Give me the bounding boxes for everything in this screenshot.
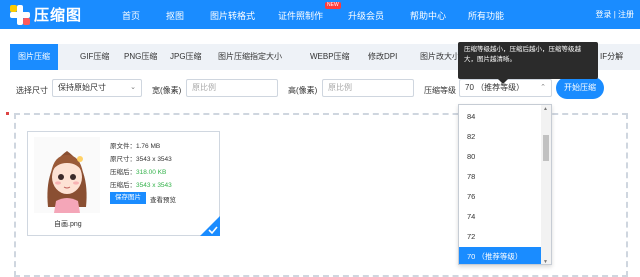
dropdown-scrollbar[interactable]: ▲ ▼	[541, 105, 551, 264]
level-option[interactable]: 76	[459, 187, 543, 207]
portrait-illustration-icon	[47, 151, 87, 213]
scroll-up-icon[interactable]: ▲	[543, 106, 548, 112]
original-dimensions: 原尺寸：3543 x 3543	[110, 156, 172, 163]
compressed-dim-value: 3543 x 3543	[136, 182, 172, 189]
compressed-size-label: 压缩后：	[110, 169, 136, 176]
level-option[interactable]: 72	[459, 227, 543, 247]
level-option[interactable]: 82	[459, 127, 543, 147]
width-label: 宽(像素)	[152, 86, 182, 95]
width-placeholder: 原比例	[192, 83, 216, 92]
level-select-value: 70 （推荐等级）	[465, 83, 525, 92]
nav-all-features[interactable]: 所有功能	[468, 9, 504, 22]
level-option[interactable]: 84	[459, 107, 543, 127]
tab-modify-dpi[interactable]: 修改DPI	[368, 44, 397, 70]
level-option[interactable]: 78	[459, 167, 543, 187]
brand-name: 压缩图	[34, 7, 83, 24]
check-icon	[200, 216, 220, 236]
login-link[interactable]: 登录	[595, 10, 611, 19]
tab-compress-to-size[interactable]: 图片压缩指定大小	[218, 44, 282, 70]
tab-jpg-compress[interactable]: JPG压缩	[170, 44, 202, 70]
tab-resize-image[interactable]: 图片改大小	[420, 44, 460, 70]
scroll-down-icon[interactable]: ▼	[543, 259, 548, 264]
nav-home[interactable]: 首页	[122, 9, 140, 22]
register-link[interactable]: 注册	[618, 10, 634, 19]
level-option-selected[interactable]: 70 （推荐等级）	[459, 247, 543, 264]
tab-image-compress[interactable]: 图片压缩	[10, 44, 58, 70]
chevron-down-icon: ⌄	[130, 84, 136, 91]
height-placeholder: 原比例	[328, 83, 352, 92]
tab-gif-split[interactable]: IF分解	[600, 44, 623, 70]
level-tooltip: 压缩等级越小，压缩后越小，压缩等级越大，图片越清晰。	[458, 42, 598, 84]
tab-webp-compress[interactable]: WEBP压缩	[310, 44, 350, 70]
top-nav-bar: 压缩图 首页 抠图 图片转格式 证件照制作 NEW 升级会员 帮助中心 所有功能…	[0, 0, 640, 29]
level-option[interactable]: 74	[459, 207, 543, 227]
file-name: 自画.png	[54, 221, 82, 228]
tab-gif-compress[interactable]: GIF压缩	[80, 44, 109, 70]
width-input[interactable]: 原比例	[186, 79, 278, 97]
size-select[interactable]: 保持原始尺寸 ⌄	[52, 79, 142, 97]
tab-png-compress[interactable]: PNG压缩	[124, 44, 157, 70]
nav-cutout[interactable]: 抠图	[166, 9, 184, 22]
nav-help-center[interactable]: 帮助中心	[410, 9, 446, 22]
level-option[interactable]: 80	[459, 147, 543, 167]
logo[interactable]: 压缩图	[10, 4, 82, 25]
height-input[interactable]: 原比例	[322, 79, 414, 97]
preview-link[interactable]: 查看预览	[150, 194, 176, 204]
chevron-up-icon: ⌃	[540, 84, 546, 91]
nav-upgrade-vip[interactable]: 升级会员	[348, 9, 384, 22]
original-size: 原文件：1.76 MB	[110, 143, 161, 150]
image-thumbnail[interactable]	[34, 137, 100, 213]
start-compress-button[interactable]: 开始压缩	[556, 77, 604, 99]
new-badge: NEW	[325, 2, 341, 9]
logo-icon	[10, 4, 30, 25]
scrollbar-thumb[interactable]	[543, 135, 549, 161]
level-label: 压缩等级	[424, 86, 456, 95]
save-image-button[interactable]: 保存图片	[110, 192, 146, 204]
compressed-size: 压缩后：318.00 KB	[110, 166, 166, 176]
nav-format-convert[interactable]: 图片转格式	[210, 9, 255, 22]
level-dropdown-list[interactable]: 84 82 80 78 76 74 72 70 （推荐等级） ▲ ▼	[458, 104, 552, 265]
height-label: 高(像素)	[288, 86, 318, 95]
compressed-dimensions: 压缩后：3543 x 3543	[110, 179, 172, 189]
nav-id-photo[interactable]: 证件照制作	[278, 9, 323, 22]
compressed-size-value: 318.00 KB	[136, 169, 167, 176]
size-select-value: 保持原始尺寸	[58, 83, 106, 92]
compressed-dim-label: 压缩后：	[110, 182, 136, 189]
user-links: 登录 | 注册	[595, 10, 634, 19]
size-label: 选择尺寸	[16, 86, 48, 95]
corner-marker	[6, 112, 9, 115]
